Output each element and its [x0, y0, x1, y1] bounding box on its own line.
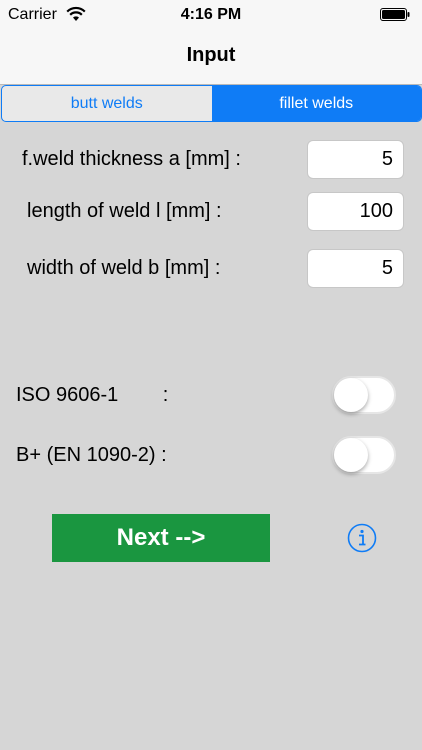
length-label: length of weld l [mm] : — [27, 200, 222, 222]
thickness-label: f.weld thickness a [mm] : — [22, 148, 241, 170]
next-button[interactable]: Next --> — [52, 514, 270, 562]
b-plus-switch[interactable] — [332, 436, 396, 474]
length-input[interactable] — [307, 192, 404, 231]
page-title: Input — [186, 44, 236, 66]
info-circle-icon[interactable] — [347, 523, 377, 553]
navigation-bar: Input — [0, 30, 422, 85]
status-time: 4:16 PM — [180, 6, 242, 23]
status-bar: Carrier 4:16 PM — [0, 0, 422, 30]
weld-type-segmented-control: butt welds fillet welds — [1, 85, 422, 122]
iso-9606-label: ISO 9606-1 : — [16, 384, 169, 406]
switch-knob — [334, 438, 368, 472]
segment-fillet-welds[interactable]: fillet welds — [211, 86, 421, 121]
segment-butt-welds[interactable]: butt welds — [2, 86, 212, 121]
width-input[interactable] — [307, 249, 404, 288]
battery-icon — [380, 8, 410, 21]
iso-9606-switch[interactable] — [332, 376, 396, 414]
b-plus-label: B+ (EN 1090-2) : — [16, 444, 167, 466]
thickness-input[interactable] — [307, 140, 404, 179]
width-label: width of weld b [mm] : — [27, 257, 221, 279]
switch-knob — [334, 378, 368, 412]
